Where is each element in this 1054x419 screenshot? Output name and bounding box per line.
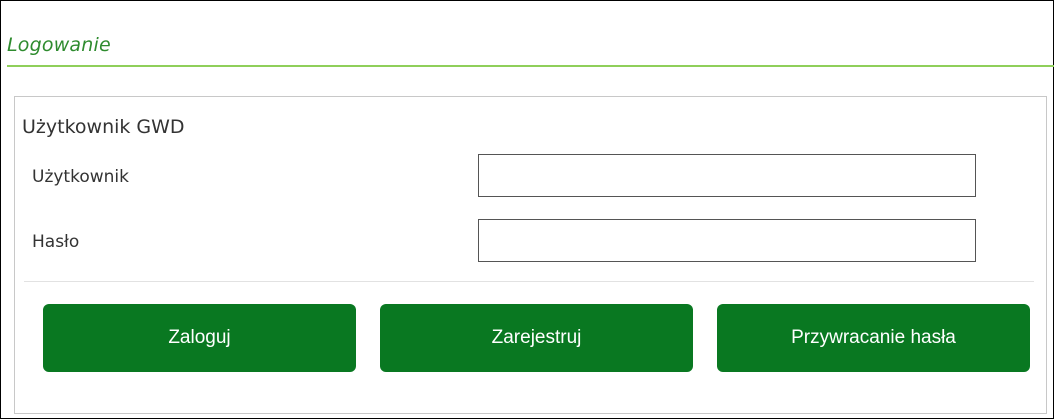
title-underline xyxy=(7,65,1054,67)
login-button[interactable]: Zaloguj xyxy=(43,304,356,372)
login-panel: Użytkownik GWD Użytkownik Hasło Zaloguj … xyxy=(14,96,1047,414)
section-heading: Użytkownik GWD xyxy=(22,116,185,138)
username-label: Użytkownik xyxy=(32,167,129,187)
username-input[interactable] xyxy=(478,154,976,197)
page-title: Logowanie xyxy=(7,34,111,56)
password-label: Hasło xyxy=(32,232,80,252)
password-input[interactable] xyxy=(478,219,976,262)
register-button[interactable]: Zarejestruj xyxy=(380,304,693,372)
reset-password-button[interactable]: Przywracanie hasła xyxy=(717,304,1030,372)
form-divider xyxy=(24,281,1034,282)
